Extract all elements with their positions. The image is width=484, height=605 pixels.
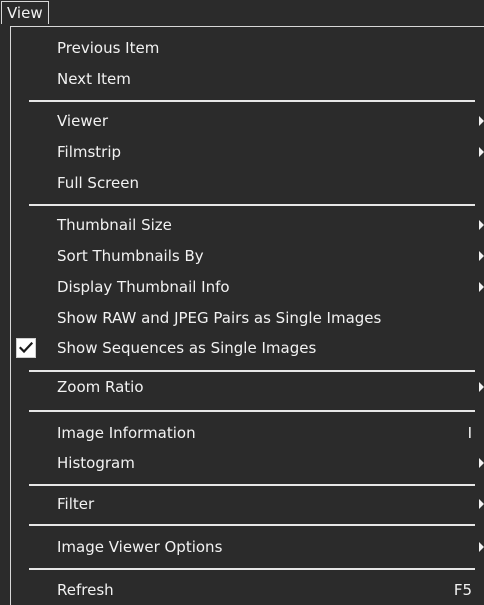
menu-item-show-sequences[interactable]: Show Sequences as Single Images xyxy=(11,334,484,362)
menu-item-display-thumbnail-info[interactable]: Display Thumbnail Info xyxy=(11,273,484,301)
menu-item-label: Histogram xyxy=(57,454,135,472)
menu-item-label: Show Sequences as Single Images xyxy=(57,339,317,357)
menu-item-label: Sort Thumbnails By xyxy=(57,247,204,265)
menu-item-viewer[interactable]: Viewer xyxy=(11,107,484,135)
menu-item-label: Image Information xyxy=(57,424,196,442)
menu-separator xyxy=(29,484,475,486)
chevron-right-icon xyxy=(479,499,484,509)
chevron-right-icon xyxy=(479,220,484,230)
menu-item-label: Full Screen xyxy=(57,174,139,192)
chevron-right-icon xyxy=(479,282,484,292)
menu-item-image-information[interactable]: Image Information I xyxy=(11,419,484,447)
checkmark-icon xyxy=(19,342,33,354)
menu-item-label: Next Item xyxy=(57,70,131,88)
chevron-right-icon xyxy=(479,458,484,468)
menu-separator xyxy=(29,410,475,412)
menu-item-filmstrip[interactable]: Filmstrip xyxy=(11,138,484,166)
menu-item-previous-item[interactable]: Previous Item xyxy=(11,34,484,62)
menu-item-zoom-ratio[interactable]: Zoom Ratio xyxy=(11,373,484,401)
menu-item-sort-thumbnails-by[interactable]: Sort Thumbnails By xyxy=(11,242,484,270)
chevron-right-icon xyxy=(479,147,484,157)
menu-item-full-screen[interactable]: Full Screen xyxy=(11,169,484,197)
menu-item-label: Viewer xyxy=(57,112,108,130)
menu-item-next-item[interactable]: Next Item xyxy=(11,65,484,93)
menu-item-label: Filmstrip xyxy=(57,143,122,161)
menu-separator xyxy=(29,370,475,372)
menu-item-thumbnail-size[interactable]: Thumbnail Size xyxy=(11,211,484,239)
shortcut-label: I xyxy=(467,424,472,442)
menu-item-label: Image Viewer Options xyxy=(57,538,223,556)
view-menu-dropdown: Previous Item Next Item Viewer Filmstrip… xyxy=(10,26,484,605)
menu-separator xyxy=(29,100,475,102)
menu-item-label: Display Thumbnail Info xyxy=(57,278,230,296)
menu-item-histogram[interactable]: Histogram xyxy=(11,449,484,477)
menu-bar: View xyxy=(0,0,484,26)
menu-item-refresh[interactable]: Refresh F5 xyxy=(11,576,484,604)
chevron-right-icon xyxy=(479,382,484,392)
chevron-right-icon xyxy=(479,542,484,552)
menu-item-label: Show RAW and JPEG Pairs as Single Images xyxy=(57,309,382,327)
chevron-right-icon xyxy=(479,251,484,261)
menu-item-label: Thumbnail Size xyxy=(57,216,172,234)
menu-separator xyxy=(29,204,475,206)
menu-separator xyxy=(29,568,475,570)
menu-item-label: Filter xyxy=(57,495,95,513)
menu-item-image-viewer-options[interactable]: Image Viewer Options xyxy=(11,533,484,561)
checkbox[interactable] xyxy=(16,338,36,358)
menu-item-show-raw-jpeg-pairs[interactable]: Show RAW and JPEG Pairs as Single Images xyxy=(11,304,484,332)
view-menu-title[interactable]: View xyxy=(1,1,49,24)
menu-item-label: Refresh xyxy=(57,581,114,599)
menu-item-label: Zoom Ratio xyxy=(57,378,144,396)
chevron-right-icon xyxy=(479,116,484,126)
menu-item-filter[interactable]: Filter xyxy=(11,490,484,518)
menu-separator xyxy=(29,524,475,526)
menu-item-label: Previous Item xyxy=(57,39,160,57)
shortcut-label: F5 xyxy=(453,581,472,599)
